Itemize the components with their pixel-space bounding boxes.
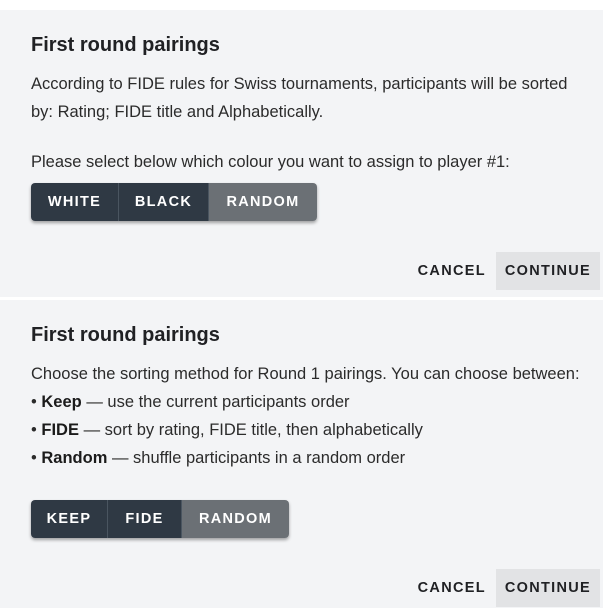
bullet: • — [31, 393, 37, 411]
continue-button[interactable]: CONTINUE — [495, 252, 600, 290]
keep-description: — use the current participants order — [86, 393, 350, 411]
sorting-toggle-group: KEEP FIDE RANDOM — [31, 500, 289, 538]
black-option-button[interactable]: BLACK — [119, 183, 209, 221]
bullet: • — [31, 449, 37, 467]
random-description: — shuffle participants in a random order — [111, 449, 406, 467]
fide-term: FIDE — [41, 421, 79, 439]
dialog-title: First round pairings — [31, 324, 220, 346]
colour-prompt: Please select below which colour you wan… — [31, 153, 510, 171]
sorting-description: Choose the sorting method for Round 1 pa… — [31, 360, 591, 472]
bullet: • — [31, 421, 37, 439]
list-item-keep: • Keep — use the current participants or… — [31, 388, 591, 416]
random-term: Random — [41, 449, 108, 467]
list-item-random: • Random — shuffle participants in a ran… — [31, 444, 591, 472]
white-option-button[interactable]: WHITE — [31, 183, 119, 221]
keep-option-button[interactable]: KEEP — [31, 500, 108, 538]
continue-button[interactable]: CONTINUE — [495, 569, 600, 607]
colour-toggle-group: WHITE BLACK RANDOM — [31, 183, 317, 221]
dialog-description: According to FIDE rules for Swiss tourna… — [31, 75, 568, 121]
fide-option-button[interactable]: FIDE — [108, 500, 182, 538]
cancel-button[interactable]: CANCEL — [409, 569, 495, 607]
sorting-intro: Choose the sorting method for Round 1 pa… — [31, 365, 580, 383]
random-colour-option-button[interactable]: RANDOM — [209, 183, 317, 221]
fide-description: — sort by rating, FIDE title, then alpha… — [83, 421, 423, 439]
dialog-actions: CANCEL CONTINUE — [409, 569, 600, 607]
random-sort-option-button[interactable]: RANDOM — [182, 500, 289, 538]
cancel-button[interactable]: CANCEL — [409, 252, 495, 290]
colour-assignment-dialog: First round pairings According to FIDE r… — [0, 10, 603, 297]
dialog-actions: CANCEL CONTINUE — [409, 252, 600, 290]
dialog-title: First round pairings — [31, 34, 220, 56]
keep-term: Keep — [41, 393, 82, 411]
list-item-fide: • FIDE — sort by rating, FIDE title, the… — [31, 416, 591, 444]
sorting-method-dialog: First round pairings Choose the sorting … — [0, 300, 603, 608]
